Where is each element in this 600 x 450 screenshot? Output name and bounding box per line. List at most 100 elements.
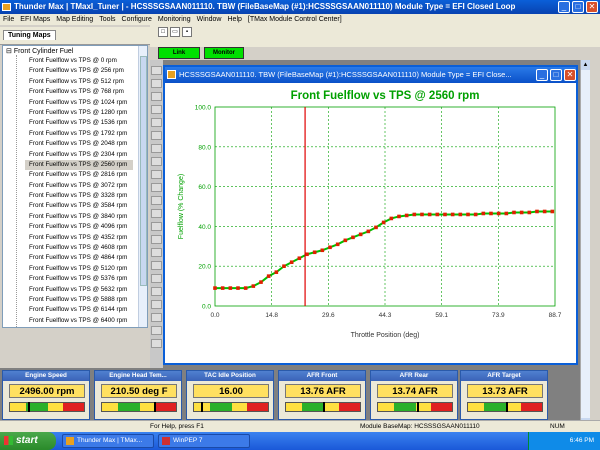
task-thunder-max[interactable]: Thunder Max | TMax... — [62, 434, 154, 448]
tree-item[interactable]: Front Fuelflow vs TPS @ 3584 rpm — [25, 201, 133, 211]
tree-item[interactable]: Front Fuelflow vs TPS @ 6656 rpm — [25, 326, 133, 327]
task-label: Thunder Max | TMax... — [77, 437, 143, 444]
minimized-map-icon[interactable] — [151, 79, 162, 88]
tree-item[interactable]: Front Fuelflow vs TPS @ 1536 rpm — [25, 118, 133, 128]
map-window-maximize-button[interactable]: □ — [550, 69, 562, 81]
minimized-map-icon[interactable] — [151, 118, 162, 127]
minimized-map-icon[interactable] — [151, 209, 162, 218]
chart-title: Front Fuelflow vs TPS @ 2560 rpm — [291, 90, 480, 102]
minimized-map-icon[interactable] — [151, 92, 162, 101]
maximize-button[interactable]: □ — [572, 1, 584, 13]
minimized-map-icon[interactable] — [151, 287, 162, 296]
map-window-title-bar: HCSSSGSAAN011110. TBW (FileBaseMap (#1):… — [165, 67, 576, 83]
menu-configure[interactable]: Configure — [119, 14, 155, 25]
tree-item[interactable]: Front Fuelflow vs TPS @ 256 rpm — [25, 66, 133, 76]
menu-tmax-control-center[interactable]: [TMax Module Control Center] — [245, 14, 345, 25]
tree-item[interactable]: Front Fuelflow vs TPS @ 1792 rpm — [25, 129, 133, 139]
minimized-map-icon[interactable] — [151, 235, 162, 244]
menu-efi-maps[interactable]: EFI Maps — [17, 14, 53, 25]
task-winpep[interactable]: WinPEP 7 — [158, 434, 250, 448]
tab-tuning-maps[interactable]: Tuning Maps — [3, 30, 56, 40]
tree-item[interactable]: Front Fuelflow vs TPS @ 3072 rpm — [25, 181, 133, 191]
app-title-bar: Thunder Max | TMaxI_Tuner | - HCSSSGSAAN… — [0, 0, 600, 14]
tree-item[interactable]: Front Fuelflow vs TPS @ 2048 rpm — [25, 139, 133, 149]
menu-monitoring[interactable]: Monitoring — [155, 14, 194, 25]
minimized-map-icon[interactable] — [151, 157, 162, 166]
gauge[interactable]: AFR Target 13.73 AFR — [460, 370, 548, 420]
map-window-minimize-button[interactable]: _ — [536, 69, 548, 81]
tree-item[interactable]: Front Fuelflow vs TPS @ 4608 rpm — [25, 243, 133, 253]
minimized-map-icon[interactable] — [151, 105, 162, 114]
tree-item[interactable]: Front Fuelflow vs TPS @ 4352 rpm — [25, 233, 133, 243]
gauge[interactable]: TAC Idle Position 16.00 — [186, 370, 274, 420]
minimized-map-icon[interactable] — [151, 261, 162, 270]
gauge-label: AFR Target — [461, 371, 547, 381]
tree-item[interactable]: Front Fuelflow vs TPS @ 2816 rpm — [25, 170, 133, 180]
tree-item[interactable]: Front Fuelflow vs TPS @ 4864 rpm — [25, 253, 133, 263]
tree-item[interactable]: Front Fuelflow vs TPS @ 5376 rpm — [25, 274, 133, 284]
data-point — [435, 212, 440, 217]
open-folder-icon[interactable]: ▭ — [170, 27, 180, 37]
minimized-map-icon[interactable] — [151, 222, 162, 231]
tree-item[interactable]: Front Fuelflow vs TPS @ 4096 rpm — [25, 222, 133, 232]
minimize-button[interactable]: _ — [558, 1, 570, 13]
menu-window[interactable]: Window — [194, 14, 225, 25]
minimized-map-icon[interactable] — [151, 300, 162, 309]
sidebar-scrollbar[interactable] — [138, 46, 147, 327]
menu-tools[interactable]: Tools — [96, 14, 118, 25]
tree-item[interactable]: Front Fuelflow vs TPS @ 6144 rpm — [25, 305, 133, 315]
gauge[interactable]: AFR Rear 13.74 AFR — [370, 370, 458, 420]
minimized-map-icon[interactable] — [151, 274, 162, 283]
menu-file[interactable]: File — [0, 14, 17, 25]
close-button[interactable]: ✕ — [586, 1, 598, 13]
minimized-map-icon[interactable] — [151, 313, 162, 322]
scroll-up-arrow-icon[interactable]: ▲ — [581, 60, 590, 70]
tree-item[interactable]: Front Fuelflow vs TPS @ 1280 rpm — [25, 108, 133, 118]
gauge-bar — [193, 402, 269, 412]
menu-map-editing[interactable]: Map Editing — [53, 14, 96, 25]
tree-item[interactable]: Front Fuelflow vs TPS @ 0 rpm — [25, 56, 133, 66]
start-label: start — [16, 435, 38, 446]
data-point — [519, 210, 524, 215]
x-tick-label: 59.1 — [435, 312, 448, 319]
data-point — [481, 211, 486, 216]
gauge[interactable]: Engine Head Tem... 210.50 deg F — [94, 370, 182, 420]
map-window-close-button[interactable]: ✕ — [564, 69, 576, 81]
minimized-map-icon[interactable] — [151, 339, 162, 348]
tree-item[interactable]: Front Fuelflow vs TPS @ 2304 rpm — [25, 150, 133, 160]
data-point — [374, 225, 378, 230]
tree-item[interactable]: Front Fuelflow vs TPS @ 2560 rpm — [25, 159, 133, 171]
tree-item[interactable]: Front Fuelflow vs TPS @ 3840 rpm — [25, 212, 133, 222]
link-button[interactable]: Link — [158, 47, 200, 59]
start-button[interactable]: start — [0, 432, 56, 450]
new-file-icon[interactable]: □ — [158, 27, 168, 37]
tree-root[interactable]: ⊟ Front Cylinder Fuel — [6, 47, 73, 55]
tree-item[interactable]: Front Fuelflow vs TPS @ 5120 rpm — [25, 264, 133, 274]
save-icon[interactable]: ▪ — [182, 27, 192, 37]
minimized-map-icon[interactable] — [151, 131, 162, 140]
fuelflow-chart[interactable]: Front Fuelflow vs TPS @ 2560 rpm 0.0 14.8 2… — [165, 83, 576, 363]
menu-help[interactable]: Help — [225, 14, 245, 25]
gauge-label: Engine Speed — [3, 371, 89, 381]
workspace-scrollbar[interactable]: ▲ ▼ — [580, 60, 590, 430]
monitor-button[interactable]: Monitor — [204, 47, 244, 59]
gauge[interactable]: AFR Front 13.76 AFR — [278, 370, 366, 420]
minimized-map-icon[interactable] — [151, 196, 162, 205]
tree-item[interactable]: Front Fuelflow vs TPS @ 768 rpm — [25, 87, 133, 97]
tree-item[interactable]: Front Fuelflow vs TPS @ 5632 rpm — [25, 285, 133, 295]
tree-item[interactable]: Front Fuelflow vs TPS @ 5888 rpm — [25, 295, 133, 305]
minimized-map-icon[interactable] — [151, 326, 162, 335]
minimized-map-icon[interactable] — [151, 66, 162, 75]
minimized-map-icon[interactable] — [151, 144, 162, 153]
minimized-map-icon[interactable] — [151, 183, 162, 192]
minimized-map-icon[interactable] — [151, 170, 162, 179]
tree-item[interactable]: Front Fuelflow vs TPS @ 512 rpm — [25, 77, 133, 87]
data-point — [358, 232, 363, 237]
gauge[interactable]: Engine Speed 2496.00 rpm — [2, 370, 90, 420]
data-point — [412, 212, 417, 217]
tree-item[interactable]: Front Fuelflow vs TPS @ 1024 rpm — [25, 98, 133, 108]
tree-item[interactable]: Front Fuelflow vs TPS @ 3328 rpm — [25, 191, 133, 201]
sidebar-scroll-thumb[interactable] — [140, 56, 147, 286]
tree-item[interactable]: Front Fuelflow vs TPS @ 6400 rpm — [25, 316, 133, 326]
minimized-map-icon[interactable] — [151, 248, 162, 257]
